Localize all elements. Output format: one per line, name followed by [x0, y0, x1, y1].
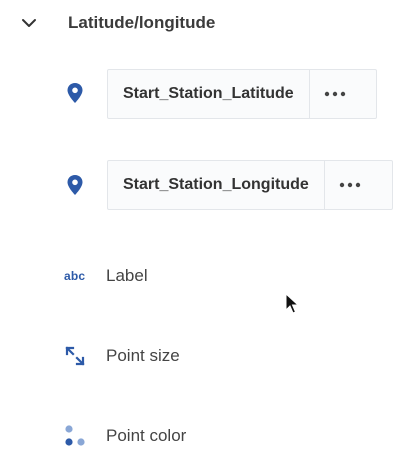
- ellipsis-icon: [324, 91, 345, 97]
- field-chip-latitude[interactable]: Start_Station_Latitude: [107, 69, 377, 119]
- chevron-down-icon[interactable]: [20, 14, 38, 32]
- mouse-cursor-icon: [285, 293, 299, 314]
- more-options-button[interactable]: [325, 161, 375, 209]
- encoding-label-text: Label: [106, 266, 148, 285]
- encoding-point-color-text: Point color: [106, 426, 187, 445]
- field-row-longitude: Start_Station_Longitude: [0, 160, 415, 212]
- color-dots-icon: [65, 425, 85, 446]
- section-title: Latitude/longitude: [68, 13, 216, 32]
- field-row-latitude: Start_Station_Latitude: [0, 69, 415, 121]
- location-pin-icon: [67, 83, 83, 103]
- field-chip-label[interactable]: Start_Station_Longitude: [108, 161, 325, 209]
- field-chip-label[interactable]: Start_Station_Latitude: [108, 70, 310, 118]
- latlong-section-header[interactable]: Latitude/longitude: [0, 0, 415, 46]
- encoding-point-size-row[interactable]: Point size: [0, 338, 415, 374]
- encoding-point-color-row[interactable]: Point color: [0, 418, 415, 454]
- field-chip-longitude[interactable]: Start_Station_Longitude: [107, 160, 393, 210]
- text-abc-icon: abc: [64, 269, 86, 283]
- encoding-label-row[interactable]: abc Label: [0, 258, 415, 294]
- encoding-point-size-text: Point size: [106, 346, 180, 365]
- more-options-button[interactable]: [310, 70, 360, 118]
- location-pin-icon: [67, 175, 83, 195]
- ellipsis-icon: [339, 182, 360, 188]
- latlong-panel: Latitude/longitude Start_Station_Latitud…: [0, 0, 415, 458]
- resize-arrows-icon: [65, 346, 85, 366]
